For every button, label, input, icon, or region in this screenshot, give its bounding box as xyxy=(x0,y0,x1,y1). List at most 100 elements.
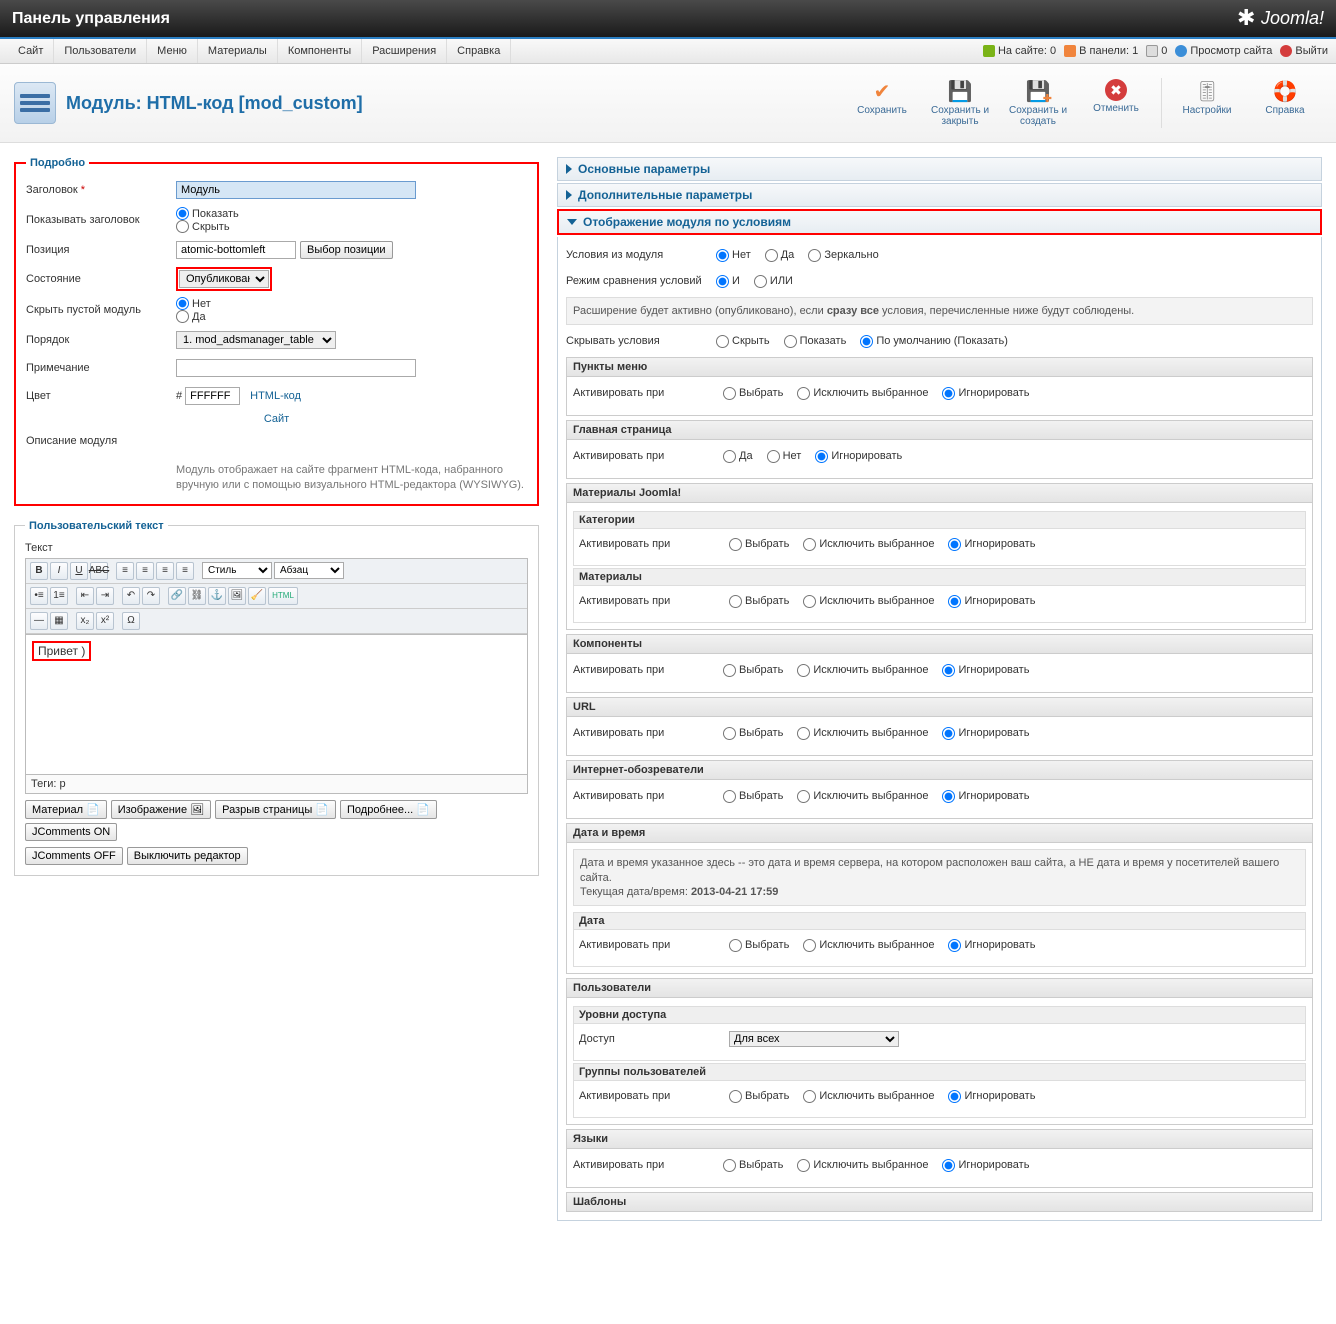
panel-basic-header[interactable]: Основные параметры xyxy=(557,157,1322,181)
hide-cond-hide[interactable]: Скрыть xyxy=(716,335,770,348)
section-components-header[interactable]: Компоненты xyxy=(566,634,1313,654)
omega-button[interactable]: Ω xyxy=(122,612,140,630)
grp-ignore[interactable]: Игнорировать xyxy=(948,1090,1035,1103)
undo-button[interactable]: ↶ xyxy=(122,587,140,605)
menu-extensions[interactable]: Расширения xyxy=(362,39,447,63)
state-select[interactable]: Опубликовано xyxy=(179,270,269,288)
insert-image-button[interactable]: Изображение 🖼 xyxy=(111,800,211,819)
site-link[interactable]: Сайт xyxy=(264,413,289,425)
url-ignore[interactable]: Игнорировать xyxy=(942,727,1029,740)
hide-cond-default[interactable]: По умолчанию (Показать) xyxy=(860,335,1008,348)
html-button[interactable]: HTML xyxy=(268,587,298,605)
art-select[interactable]: Выбрать xyxy=(729,595,789,608)
align-center-button[interactable]: ≡ xyxy=(136,562,154,580)
brw-select[interactable]: Выбрать xyxy=(723,790,783,803)
redo-button[interactable]: ↷ xyxy=(142,587,160,605)
menu-help[interactable]: Справка xyxy=(447,39,511,63)
section-url-header[interactable]: URL xyxy=(566,697,1313,717)
outdent-button[interactable]: ⇤ xyxy=(76,587,94,605)
art-exclude[interactable]: Исключить выбранное xyxy=(803,595,934,608)
section-date-header[interactable]: Дата и время xyxy=(566,823,1313,843)
help-button[interactable]: 🛟Справка xyxy=(1248,74,1322,132)
url-exclude[interactable]: Исключить выбранное xyxy=(797,727,928,740)
italic-button[interactable]: I xyxy=(50,562,68,580)
bold-button[interactable]: B xyxy=(30,562,48,580)
strike-button[interactable]: ABC xyxy=(90,562,108,580)
hr-button[interactable]: — xyxy=(30,612,48,630)
section-browsers-header[interactable]: Интернет-обозреватели xyxy=(566,760,1313,780)
art-ignore[interactable]: Игнорировать xyxy=(948,595,1035,608)
image-button[interactable]: 🖼 xyxy=(228,587,246,605)
home-ignore[interactable]: Игнорировать xyxy=(815,450,902,463)
clean-button[interactable]: 🧹 xyxy=(248,587,266,605)
home-yes[interactable]: Да xyxy=(723,450,753,463)
save-new-button[interactable]: 💾✚Сохранить и создать xyxy=(1001,74,1075,132)
menu-ignore[interactable]: Игнорировать xyxy=(942,387,1029,400)
menu-select[interactable]: Выбрать xyxy=(723,387,783,400)
show-title-hide[interactable]: Скрыть xyxy=(176,220,326,233)
section-menu-header[interactable]: Пункты меню xyxy=(566,357,1313,377)
underline-button[interactable]: U xyxy=(70,562,88,580)
hide-empty-yes[interactable]: Да xyxy=(176,310,326,323)
grp-exclude[interactable]: Исключить выбранное xyxy=(803,1090,934,1103)
view-site-link[interactable]: Просмотр сайта xyxy=(1175,45,1272,57)
jcomments-on-button[interactable]: JComments ON xyxy=(25,823,117,841)
settings-button[interactable]: 🎚Настройки xyxy=(1170,74,1244,132)
menu-exclude[interactable]: Исключить выбранное xyxy=(797,387,928,400)
color-input[interactable] xyxy=(185,387,240,405)
section-home-header[interactable]: Главная страница xyxy=(566,420,1313,440)
grp-select[interactable]: Выбрать xyxy=(729,1090,789,1103)
from-module-no[interactable]: Нет xyxy=(716,249,751,262)
from-module-yes[interactable]: Да xyxy=(765,249,795,262)
hide-empty-no[interactable]: Нет xyxy=(176,297,326,310)
sup-button[interactable]: x² xyxy=(96,612,114,630)
pagebreak-button[interactable]: Разрыв страницы 📄 xyxy=(215,800,336,819)
logout-link[interactable]: Выйти xyxy=(1280,45,1328,57)
date-exclude[interactable]: Исключить выбранное xyxy=(803,939,934,952)
lang-select[interactable]: Выбрать xyxy=(723,1159,783,1172)
unlink-button[interactable]: ⛓ xyxy=(188,587,206,605)
color-html-link[interactable]: HTML-код xyxy=(250,390,301,402)
cat-ignore[interactable]: Игнорировать xyxy=(948,538,1035,551)
paragraph-select[interactable]: Абзац xyxy=(274,562,344,579)
panel-advanced-header[interactable]: Дополнительные параметры xyxy=(557,183,1322,207)
indent-button[interactable]: ⇥ xyxy=(96,587,114,605)
brw-ignore[interactable]: Игнорировать xyxy=(942,790,1029,803)
align-justify-button[interactable]: ≡ xyxy=(176,562,194,580)
cat-exclude[interactable]: Исключить выбранное xyxy=(803,538,934,551)
position-select-button[interactable]: Выбор позиции xyxy=(300,241,393,259)
menu-components[interactable]: Компоненты xyxy=(278,39,362,63)
section-joomla-header[interactable]: Материалы Joomla! xyxy=(566,483,1313,503)
readmore-button[interactable]: Подробнее... 📄 xyxy=(340,800,437,819)
position-input[interactable] xyxy=(176,241,296,259)
save-button[interactable]: ✔Сохранить xyxy=(845,74,919,132)
status-mail[interactable]: 0 xyxy=(1146,45,1167,57)
title-input[interactable] xyxy=(176,181,416,199)
home-no[interactable]: Нет xyxy=(767,450,802,463)
comp-select[interactable]: Выбрать xyxy=(723,664,783,677)
comp-exclude[interactable]: Исключить выбранное xyxy=(797,664,928,677)
style-select[interactable]: Стиль xyxy=(202,562,272,579)
access-select[interactable]: Для всех xyxy=(729,1031,899,1047)
brw-exclude[interactable]: Исключить выбранное xyxy=(797,790,928,803)
from-module-mirror[interactable]: Зеркально xyxy=(808,249,878,262)
hide-cond-show[interactable]: Показать xyxy=(784,335,847,348)
anchor-button[interactable]: ⚓ xyxy=(208,587,226,605)
sub-button[interactable]: x₂ xyxy=(76,612,94,630)
menu-site[interactable]: Сайт xyxy=(8,39,54,63)
menu-menus[interactable]: Меню xyxy=(147,39,198,63)
mode-or[interactable]: ИЛИ xyxy=(754,275,793,288)
date-ignore[interactable]: Игнорировать xyxy=(948,939,1035,952)
align-right-button[interactable]: ≡ xyxy=(156,562,174,580)
url-select[interactable]: Выбрать xyxy=(723,727,783,740)
cat-select[interactable]: Выбрать xyxy=(729,538,789,551)
section-users-header[interactable]: Пользователи xyxy=(566,978,1313,998)
date-select[interactable]: Выбрать xyxy=(729,939,789,952)
jcomments-off-button[interactable]: JComments OFF xyxy=(25,847,123,865)
save-close-button[interactable]: 💾Сохранить и закрыть xyxy=(923,74,997,132)
insert-article-button[interactable]: Материал 📄 xyxy=(25,800,107,819)
order-select[interactable]: 1. mod_adsmanager_table xyxy=(176,331,336,349)
section-templates-header[interactable]: Шаблоны xyxy=(566,1192,1313,1212)
show-title-show[interactable]: Показать xyxy=(176,207,326,220)
lang-ignore[interactable]: Игнорировать xyxy=(942,1159,1029,1172)
